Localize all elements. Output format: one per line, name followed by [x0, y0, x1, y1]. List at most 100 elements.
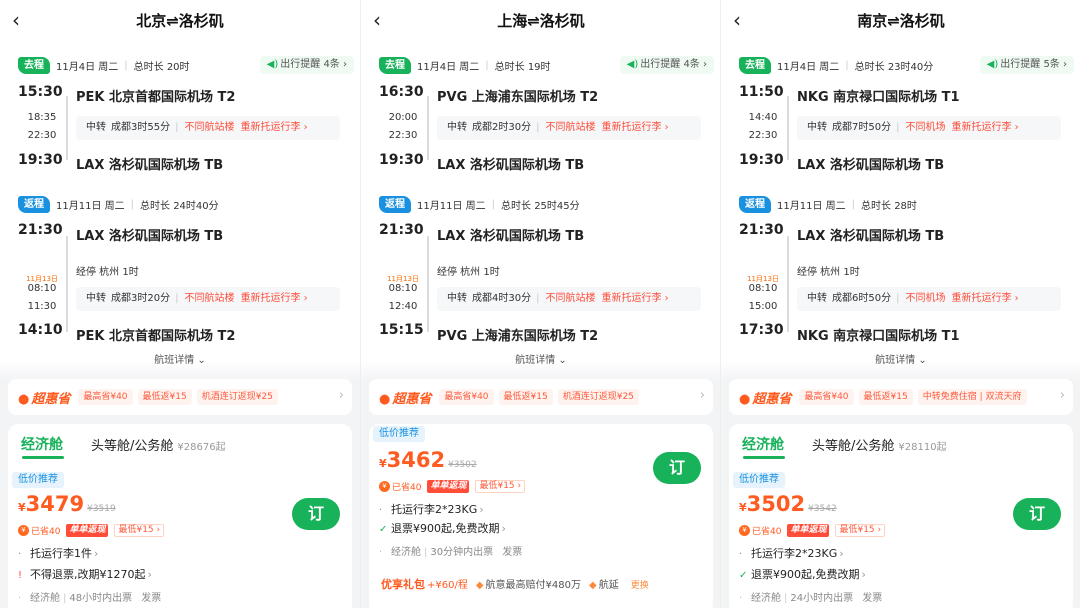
fare-price: ¥3479 ¥3519: [18, 492, 116, 516]
promo-bar[interactable]: ● 超惠省 最高省¥40 最低返¥15 中转免费住宿 | 双流天府 ›: [729, 379, 1073, 415]
promo-chip: 最低返¥15: [498, 389, 553, 405]
ret-arr-airport: PVG 上海浦东国际机场 T2: [437, 329, 599, 344]
travel-reminder-button[interactable]: ◀) 出行提醒 4条 ›: [619, 56, 714, 74]
transfer-info[interactable]: 中转 成都2时30分 | 不同航站楼 重新托运行李 ›: [437, 116, 701, 140]
return-tag: 返程: [739, 195, 771, 213]
header: ‹ 上海⇌洛杉矶: [361, 0, 720, 40]
min-return-badge[interactable]: 最低¥15 ›: [835, 524, 886, 537]
transfer-arr-time: 14:40: [748, 112, 778, 123]
transfer-info[interactable]: 中转 成都3时55分 | 不同航站楼 重新托运行李 ›: [76, 116, 340, 140]
panel-shanghai: ‹ 上海⇌洛杉矶 去程 11月4日 周二 | 总时长 19时 ◀) 出行提醒 4条…: [360, 0, 720, 608]
tab-first-business[interactable]: 头等舱/公务舱 ¥28110起: [812, 435, 947, 454]
stopover-info: 经停 杭州 1时: [76, 267, 139, 278]
baggage-rule[interactable]: · 托运行李2*23KG ›: [739, 545, 844, 561]
savings-row: ¥ 已省40 单单返现 最低¥15 ›: [739, 524, 886, 537]
ret-dep-time: 21:30: [379, 222, 424, 238]
ret-arr-time: 15:15: [379, 322, 424, 338]
return-tag: 返程: [379, 195, 411, 213]
stopover-info: 经停 杭州 1时: [437, 267, 500, 278]
dep-airport: NKG 南京禄口国际机场 T1: [797, 90, 960, 105]
header: ‹ 南京⇌洛杉矶: [721, 0, 1080, 40]
timeline-line: [787, 96, 789, 160]
outbound-header: 去程 11月4日 周二 | 总时长 20时: [18, 55, 190, 75]
ret-transfer-arr-time: 08:10: [27, 283, 57, 294]
coin-icon: ¥: [739, 525, 750, 536]
transfer-info[interactable]: 中转 成都7时50分 | 不同机场 重新托运行李 ›: [797, 116, 1061, 140]
ret-dep-time: 21:30: [18, 222, 63, 238]
flight-details-link[interactable]: 航班详情 ⌄: [0, 351, 360, 366]
flight-details-link[interactable]: 航班详情 ⌄: [721, 351, 1080, 366]
return-date: 11月11日 周二: [777, 200, 846, 212]
timeline-line: [66, 236, 68, 332]
savings-row: ¥ 已省40 单单返现 最低¥15 ›: [18, 524, 165, 537]
travel-reminder-button[interactable]: ◀) 出行提醒 4条 ›: [259, 56, 354, 74]
ret-transfer-info[interactable]: 中转 成都3时20分 | 不同航站楼 重新托运行李 ›: [76, 287, 340, 311]
fare-price: ¥3502 ¥3542: [739, 492, 837, 516]
promo-logo: ● 超惠省: [739, 391, 792, 407]
travel-reminder-button[interactable]: ◀) 出行提醒 5条 ›: [979, 56, 1074, 74]
dot-icon: ·: [739, 549, 743, 560]
outbound-date: 11月4日 周二: [56, 61, 119, 73]
book-button[interactable]: 订: [653, 452, 701, 484]
header: ‹ 北京⇌洛杉矶: [0, 0, 360, 40]
return-header: 返程 11月11日 周二 | 总时长 25时45分: [379, 194, 580, 214]
route-title: 南京⇌洛杉矶: [857, 12, 945, 30]
promo-chip: 最高省¥40: [439, 389, 494, 405]
promo-logo: ● 超惠省: [18, 391, 71, 407]
tab-economy[interactable]: 经济舱: [742, 434, 784, 454]
dep-time: 11:50: [739, 84, 784, 100]
flight-details-link[interactable]: 航班详情 ⌄: [361, 351, 720, 366]
baggage-rule[interactable]: · 托运行李1件 ›: [18, 545, 98, 561]
baggage-rule[interactable]: · 托运行李2*23KG ›: [379, 501, 484, 517]
refund-rule[interactable]: ✓ 退票¥900起,免费改期 ›: [739, 566, 866, 582]
stopover-info: 经停 杭州 1时: [797, 267, 860, 278]
fare-card: 经济舱 头等舱/公务舱 ¥28110起 低价推荐 ¥3502 ¥3542 ¥ 已省4…: [729, 424, 1073, 608]
transfer-dep-time: 22:30: [388, 130, 418, 141]
min-return-badge[interactable]: 最低¥15 ›: [475, 480, 526, 493]
ret-transfer-dep-time: 11:30: [27, 301, 57, 312]
tab-underline: [743, 456, 785, 459]
fare-card: 低价推荐 ¥3462 ¥3502 ¥ 已省40 单单返现 最低¥15 › 订 · 托…: [369, 424, 713, 608]
gift-package-row[interactable]: 优享礼包 +¥60/程 ◆ 航意最高赔付¥480万 ◆ 航延 更换: [381, 576, 649, 592]
dep-time: 15:30: [18, 84, 63, 100]
timeline-line: [787, 236, 789, 332]
timeline-line: [66, 96, 68, 160]
return-duration: 总时长 24时40分: [140, 200, 219, 212]
return-duration: 总时长 28时: [861, 200, 917, 212]
promo-chip: 最低返¥15: [858, 389, 913, 405]
promo-bar[interactable]: ● 超惠省 最高省¥40 最低返¥15 机酒连订返现¥25 ›: [369, 379, 713, 415]
flame-icon: ●: [739, 391, 751, 407]
outbound-header: 去程 11月4日 周二 | 总时长 19时: [379, 55, 551, 75]
promo-chip: 最低返¥15: [137, 389, 192, 405]
tab-first-business[interactable]: 头等舱/公务舱 ¥28676起: [91, 435, 226, 454]
timeline-line: [427, 236, 429, 332]
flame-icon: ●: [379, 391, 391, 407]
panel-nanjing: ‹ 南京⇌洛杉矶 去程 11月4日 周二 | 总时长 23时40分 ◀) 出行提醒…: [720, 0, 1080, 608]
arr-airport: LAX 洛杉矶国际机场 TB: [437, 158, 585, 173]
arr-time: 19:30: [739, 152, 784, 168]
dep-airport: PEK 北京首都国际机场 T2: [76, 90, 236, 105]
speaker-icon: ◀): [986, 59, 999, 70]
refund-rule[interactable]: ! 不得退票,改期¥1270起 ›: [18, 566, 152, 582]
outbound-tag: 去程: [739, 56, 771, 74]
low-price-tag: 低价推荐: [12, 472, 64, 488]
outbound-duration: 总时长 20时: [133, 61, 190, 73]
swap-button[interactable]: 更换: [631, 581, 649, 591]
chevron-right-icon: ›: [338, 388, 344, 403]
book-button[interactable]: 订: [292, 498, 340, 530]
promo-chip: 中转免费住宿 | 双流天府: [917, 389, 1027, 405]
arr-time: 19:30: [18, 152, 63, 168]
arr-airport: LAX 洛杉矶国际机场 TB: [797, 158, 945, 173]
promo-chip: 最高省¥40: [78, 389, 133, 405]
warning-icon: !: [18, 570, 23, 581]
ret-transfer-info[interactable]: 中转 成都4时30分 | 不同航站楼 重新托运行李 ›: [437, 287, 701, 311]
shield-icon: ◆: [475, 580, 484, 591]
book-button[interactable]: 订: [1013, 498, 1061, 530]
refund-rule[interactable]: ✓ 退票¥900起,免费改期 ›: [379, 520, 506, 536]
tab-economy[interactable]: 经济舱: [21, 434, 63, 454]
min-return-badge[interactable]: 最低¥15 ›: [114, 524, 165, 537]
promo-bar[interactable]: ● 超惠省 最高省¥40 最低返¥15 机酒连订返现¥25 ›: [8, 379, 352, 415]
ret-transfer-info[interactable]: 中转 成都6时50分 | 不同机场 重新托运行李 ›: [797, 287, 1061, 311]
coin-icon: ¥: [18, 525, 29, 536]
ticket-meta: · 经济舱 | 24小时内出票 发票: [739, 593, 883, 604]
